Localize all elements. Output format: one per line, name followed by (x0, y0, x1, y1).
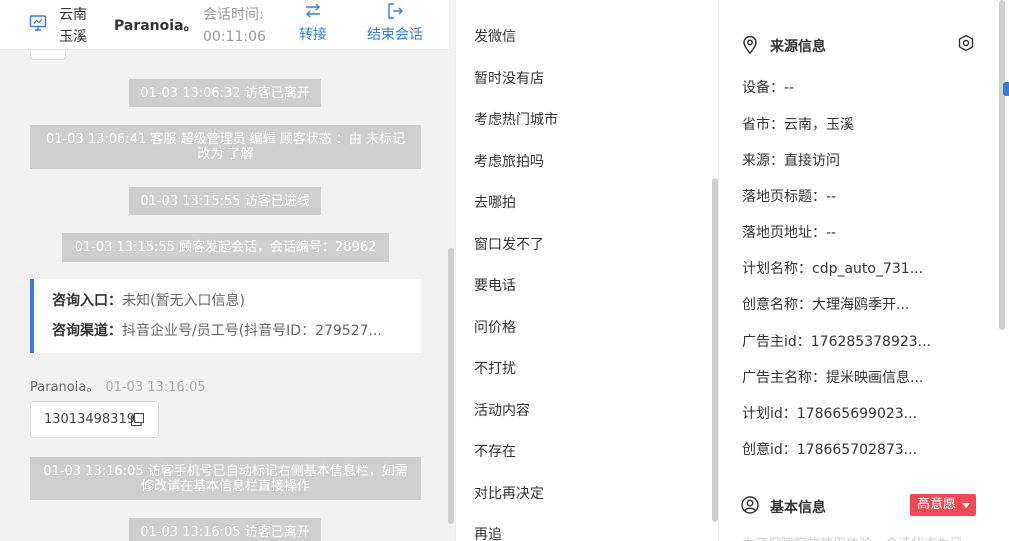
quick-reply-item[interactable]: 考虑旅拍吗 (474, 151, 544, 171)
message-bubble: 13013498319 (30, 401, 159, 438)
quick-reply-item[interactable]: 活动内容 (474, 400, 530, 420)
chat-panel: 云南 玉溪 Paranoia。 会话时间: 00:11:06 转接 结束会话 0… (0, 0, 455, 541)
basic-info-title: 基本信息 (770, 500, 826, 516)
source-field: 落地页标题：-- (742, 189, 837, 205)
info-panel-scrollbar[interactable] (999, 0, 1005, 330)
quick-reply-item[interactable]: 发微信 (474, 26, 516, 46)
user-icon (741, 496, 759, 518)
quick-reply-item[interactable]: 去哪拍 (474, 192, 516, 212)
system-message: 01-03 13:06:41 客服 超级管理员 编辑 顾客状态 ：由 未标记 改… (30, 125, 421, 169)
quick-reply-item[interactable]: 不打扰 (474, 358, 516, 378)
quick-reply-item[interactable]: 暂时没有店 (474, 68, 544, 88)
source-field: 创意名称：大理海鸥季开... (742, 297, 910, 313)
exit-icon (362, 2, 428, 24)
quick-reply-item[interactable]: 问价格 (474, 317, 516, 337)
quick-reply-item[interactable]: 要电话 (474, 275, 516, 295)
source-info-title: 来源信息 (770, 39, 826, 55)
system-message: 01-03 13:15:55 访客已进线 (129, 187, 321, 215)
customer-info-panel: 来源信息 设备：-- 省市：云南，玉溪 来源：直接访问 落地页标题：-- 落地页… (718, 0, 1009, 541)
workspace: 云南 玉溪 Paranoia。 会话时间: 00:11:06 转接 结束会话 0… (0, 0, 1009, 541)
source-field: 广告主名称：提米映画信息... (742, 370, 924, 386)
quick-reply-item[interactable]: 不存在 (474, 441, 516, 461)
system-message: 01-03 13:16:05 访客手机号已自动标记右侧基本信息栏，如需修改请在基… (30, 457, 421, 500)
quick-reply-item[interactable]: 考虑热门城市 (474, 109, 558, 129)
chat-header: 云南 玉溪 Paranoia。 会话时间: 00:11:06 转接 结束会话 (0, 0, 449, 50)
system-message: 01-03 13:15:55 顾客发起会话，会话编号：28962 (62, 233, 389, 262)
target-icon[interactable] (957, 34, 975, 56)
inquiry-info-card: 咨询入口：未知(暂无入口信息) 咨询渠道：抖音企业号/员工号(抖音号ID：279… (30, 279, 421, 353)
intent-tag[interactable]: 高意愿 (910, 494, 976, 516)
chat-scrollbar[interactable] (448, 248, 454, 524)
end-session-button[interactable]: 结束会话 (362, 2, 428, 44)
source-field: 省市：云南，玉溪 (742, 117, 854, 133)
transfer-arrows-icon (296, 2, 330, 24)
quick-reply-item[interactable]: 再追 (474, 524, 502, 541)
basic-info-note: 为了保障您的使用体验，会话状态为已... (742, 533, 975, 541)
edge-tab-indicator[interactable] (1003, 82, 1009, 96)
source-field: 计划id：178665699023... (742, 406, 918, 422)
visitor-location: 云南 玉溪 (59, 7, 87, 45)
copy-icon[interactable] (130, 412, 145, 430)
location-pin-icon (742, 35, 758, 58)
quick-reply-item[interactable]: 窗口发不了 (474, 234, 544, 254)
session-time: 会话时间: 00:11:06 (203, 7, 266, 45)
source-field: 广告主id：176285378923... (742, 334, 932, 350)
message-meta: Paranoia。 01-03 13:16:05 (30, 380, 206, 395)
system-message: 01-03 13:06:32 访客已离开 (129, 79, 321, 107)
previous-message-edge (30, 50, 66, 60)
monitor-icon (29, 14, 47, 36)
source-field: 设备：-- (742, 80, 795, 96)
source-field: 落地页地址：-- (742, 225, 837, 241)
quick-reply-item[interactable]: 对比再决定 (474, 483, 544, 503)
quick-reply-list: 发微信 暂时没有店 考虑热门城市 考虑旅拍吗 去哪拍 窗口发不了 要电话 问价格… (455, 0, 718, 541)
caret-down-icon (962, 503, 970, 508)
source-field: 创意id：178665702873... (742, 442, 918, 458)
source-field: 来源：直接访问 (742, 153, 840, 169)
system-message: 01-03 13:16:05 访客已离开 (129, 518, 321, 541)
source-field: 计划名称：cdp_auto_731... (742, 261, 924, 277)
transfer-button[interactable]: 转接 (296, 2, 330, 44)
visitor-name: Paranoia。 (114, 18, 198, 34)
